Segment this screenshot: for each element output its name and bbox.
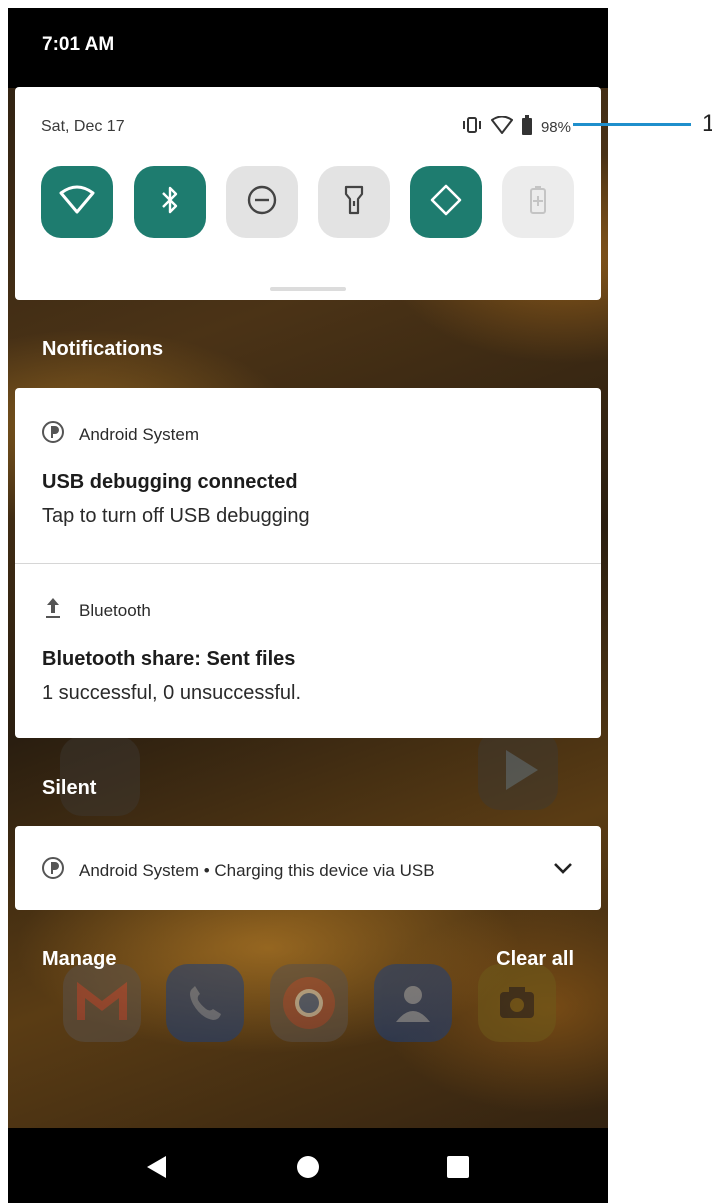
qs-drag-handle[interactable] [270, 287, 346, 291]
contacts-icon [374, 964, 452, 1042]
silent-notification-text: Android System • Charging this device vi… [79, 860, 435, 880]
do-not-disturb-tile[interactable] [226, 166, 298, 238]
phone-screen: 7:01 AM Sat, Dec 17 98% Notifications An… [8, 8, 608, 1203]
notification-text: 1 successful, 0 unsuccessful. [42, 682, 302, 704]
qs-date: Sat, Dec 17 [41, 118, 125, 135]
auto-rotate-icon [429, 183, 463, 222]
notifications-header: Notifications [42, 338, 164, 360]
vibrate-icon [461, 117, 483, 138]
callout-number: 1 [702, 110, 712, 137]
notification-app-name: Android System [79, 424, 199, 444]
callout-line [573, 123, 691, 126]
play-store-icon [478, 730, 558, 810]
status-time: 7:01 AM [42, 34, 115, 55]
camera-icon [478, 964, 556, 1042]
navigation-bar [8, 1128, 608, 1203]
silent-header: Silent [42, 777, 97, 799]
folder-icon [60, 736, 140, 816]
silent-notification-row: Android System • Charging this device vi… [41, 856, 435, 885]
flashlight-icon [343, 184, 365, 221]
status-bar: 7:01 AM [8, 8, 608, 88]
bluetooth-icon [160, 185, 180, 220]
auto-rotate-tile[interactable] [410, 166, 482, 238]
wifi-tile[interactable] [41, 166, 113, 238]
chrome-icon [270, 964, 348, 1042]
notification-app-name: Bluetooth [79, 600, 151, 620]
android-system-icon [41, 420, 65, 449]
gmail-icon [63, 964, 141, 1042]
battery-saver-tile[interactable] [502, 166, 574, 238]
recents-icon[interactable] [445, 1154, 471, 1185]
flashlight-tile[interactable] [318, 166, 390, 238]
notification-header: Android System [41, 420, 199, 449]
notification-bluetooth[interactable]: Bluetooth Bluetooth share: Sent files 1 … [15, 564, 601, 738]
notification-text: Tap to turn off USB debugging [42, 505, 310, 527]
notification-charging-usb[interactable]: Android System • Charging this device vi… [15, 826, 601, 910]
phone-app-icon [166, 964, 244, 1042]
do-not-disturb-icon [246, 184, 278, 221]
android-system-icon [41, 856, 65, 885]
battery-icon [521, 115, 533, 140]
notification-group: Android System USB debugging connected T… [15, 388, 601, 738]
clear-all-button[interactable]: Clear all [496, 948, 574, 971]
notification-usb-debugging[interactable]: Android System USB debugging connected T… [15, 388, 601, 563]
back-icon[interactable] [144, 1154, 170, 1185]
notification-title: USB debugging connected [42, 471, 298, 493]
notification-title: Bluetooth share: Sent files [42, 648, 296, 670]
notification-header: Bluetooth [41, 596, 151, 625]
quick-settings-panel[interactable]: Sat, Dec 17 98% [15, 87, 601, 300]
wifi-status-icon [490, 115, 513, 139]
manage-button[interactable]: Manage [42, 948, 116, 971]
home-icon[interactable] [295, 1154, 321, 1185]
battery-percent: 98% [540, 119, 571, 136]
qs-status-icons: 98% [461, 115, 571, 140]
upload-icon [41, 596, 65, 625]
battery-saver-icon [529, 185, 547, 220]
chevron-down-icon[interactable] [551, 856, 575, 885]
wifi-icon [59, 185, 95, 220]
bluetooth-tile[interactable] [134, 166, 206, 238]
